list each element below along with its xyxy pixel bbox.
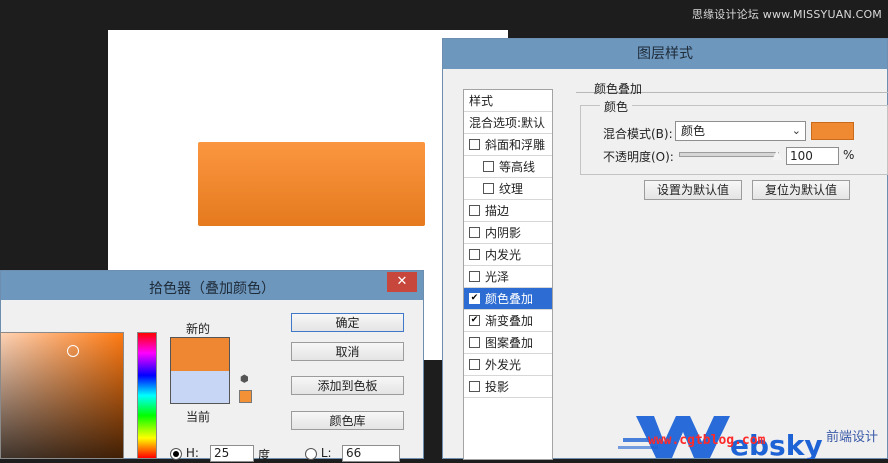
style-checkbox[interactable]: ✔ — [469, 315, 480, 326]
opacity-slider-track[interactable] — [679, 152, 779, 157]
style-item[interactable]: 外发光 — [464, 354, 552, 376]
style-checkbox[interactable] — [483, 161, 494, 172]
style-item[interactable]: 光泽 — [464, 266, 552, 288]
style-item[interactable]: 内发光 — [464, 244, 552, 266]
current-color-preview[interactable] — [170, 371, 230, 404]
color-field[interactable] — [0, 332, 124, 459]
style-item-label: 颜色叠加 — [485, 292, 534, 306]
watermark-url: www.cgtblog.com — [648, 433, 766, 448]
style-item-label: 内发光 — [485, 248, 522, 262]
section-title: 颜色叠加 — [594, 82, 643, 96]
new-color-preview — [170, 337, 230, 371]
hue-unit: 度 — [258, 448, 271, 462]
style-checkbox[interactable] — [469, 381, 480, 392]
style-checkbox[interactable]: ✔ — [469, 293, 480, 304]
orange-rectangle-layer — [198, 142, 425, 226]
style-item-label: 混合选项:默认 — [469, 116, 546, 130]
styles-header[interactable]: 样式 — [464, 90, 552, 112]
style-item-label: 样式 — [469, 94, 494, 108]
styles-header[interactable]: 混合选项:默认 — [464, 112, 552, 134]
lightness-radio-row[interactable]: L: — [305, 446, 332, 460]
style-item-label: 描边 — [485, 204, 510, 218]
layer-style-dialog: 图层样式 样式 混合选项:默认 斜面和浮雕 等高线 纹理 描边 内阴影 内发光 光泽 ✔ 颜色叠加 ✔… — [442, 38, 888, 460]
blend-mode-value: 颜色 — [681, 124, 706, 138]
style-item-label: 纹理 — [499, 182, 524, 196]
watermark-top: 思缘设计论坛 www.MISSYUAN.COM — [691, 8, 882, 21]
style-item-label: 斜面和浮雕 — [485, 138, 546, 152]
style-item-label: 外发光 — [485, 358, 522, 372]
reset-default-button[interactable]: 复位为默认值 — [752, 180, 850, 200]
style-item-label: 图案叠加 — [485, 336, 534, 350]
cancel-button[interactable]: 取消 — [291, 342, 404, 361]
style-item-label: 内阴影 — [485, 226, 522, 240]
chevron-down-icon: ⌄ — [791, 124, 801, 137]
lightness-input[interactable]: 66 — [342, 445, 400, 462]
style-checkbox[interactable] — [469, 337, 480, 348]
new-color-label: 新的 — [186, 322, 211, 336]
style-checkbox[interactable] — [469, 359, 480, 370]
hue-label: H: — [185, 446, 199, 460]
hue-radio[interactable] — [170, 447, 182, 460]
style-item-label: 等高线 — [499, 160, 536, 174]
lightness-label: L: — [320, 446, 332, 460]
style-item[interactable]: 图案叠加 — [464, 332, 552, 354]
color-field-cursor[interactable] — [67, 345, 79, 357]
current-color-label: 当前 — [186, 410, 211, 424]
websafe-color-swatch[interactable] — [239, 390, 252, 403]
hue-input[interactable]: 25 — [210, 445, 254, 462]
opacity-label: 不透明度(O): — [603, 150, 674, 164]
set-default-button[interactable]: 设置为默认值 — [644, 180, 742, 200]
layer-style-titlebar[interactable]: 图层样式 — [443, 39, 887, 69]
opacity-slider-thumb[interactable] — [772, 150, 782, 160]
style-item-label: 投影 — [485, 380, 510, 394]
color-picker-title: 拾色器（叠加颜色） — [149, 281, 275, 297]
watermark-tagline: 前端设计 — [826, 430, 879, 445]
blend-mode-select[interactable]: 颜色 ⌄ — [675, 121, 806, 141]
opacity-unit: % — [843, 148, 855, 162]
style-checkbox[interactable] — [469, 139, 480, 150]
style-item-label: 光泽 — [485, 270, 510, 284]
add-to-swatches-button[interactable]: 添加到色板 — [291, 376, 404, 395]
style-item[interactable]: 纹理 — [464, 178, 552, 200]
opacity-input[interactable]: 100 — [786, 147, 839, 165]
style-checkbox[interactable] — [469, 205, 480, 216]
style-item[interactable]: ✔ 颜色叠加 — [464, 288, 552, 310]
style-item[interactable]: 内阴影 — [464, 222, 552, 244]
style-item[interactable]: ✔ 渐变叠加 — [464, 310, 552, 332]
style-item[interactable]: 等高线 — [464, 156, 552, 178]
style-item[interactable]: 描边 — [464, 200, 552, 222]
blend-mode-label: 混合模式(B): — [603, 127, 673, 141]
style-checkbox[interactable] — [483, 183, 494, 194]
cube-icon[interactable]: ⬢ — [240, 375, 250, 385]
hue-radio-row[interactable]: H: — [170, 446, 199, 460]
style-item[interactable]: 斜面和浮雕 — [464, 134, 552, 156]
style-checkbox[interactable] — [469, 227, 480, 238]
style-item-label: 渐变叠加 — [485, 314, 534, 328]
close-icon[interactable]: ✕ — [387, 272, 417, 292]
style-checkbox[interactable] — [469, 249, 480, 260]
color-library-button[interactable]: 颜色库 — [291, 411, 404, 430]
styles-list: 样式混合选项:默认斜面和浮雕等高线纹理描边内阴影内发光光泽 ✔ 颜色叠加 ✔ 渐变叠加图… — [463, 89, 553, 460]
color-group-title: 颜色 — [600, 98, 633, 115]
overlay-color-swatch[interactable] — [811, 122, 854, 140]
style-item[interactable]: 投影 — [464, 376, 552, 398]
hue-slider[interactable] — [137, 332, 157, 459]
lightness-radio[interactable] — [305, 447, 317, 460]
ok-button[interactable]: 确定 — [291, 313, 404, 332]
style-checkbox[interactable] — [469, 271, 480, 282]
